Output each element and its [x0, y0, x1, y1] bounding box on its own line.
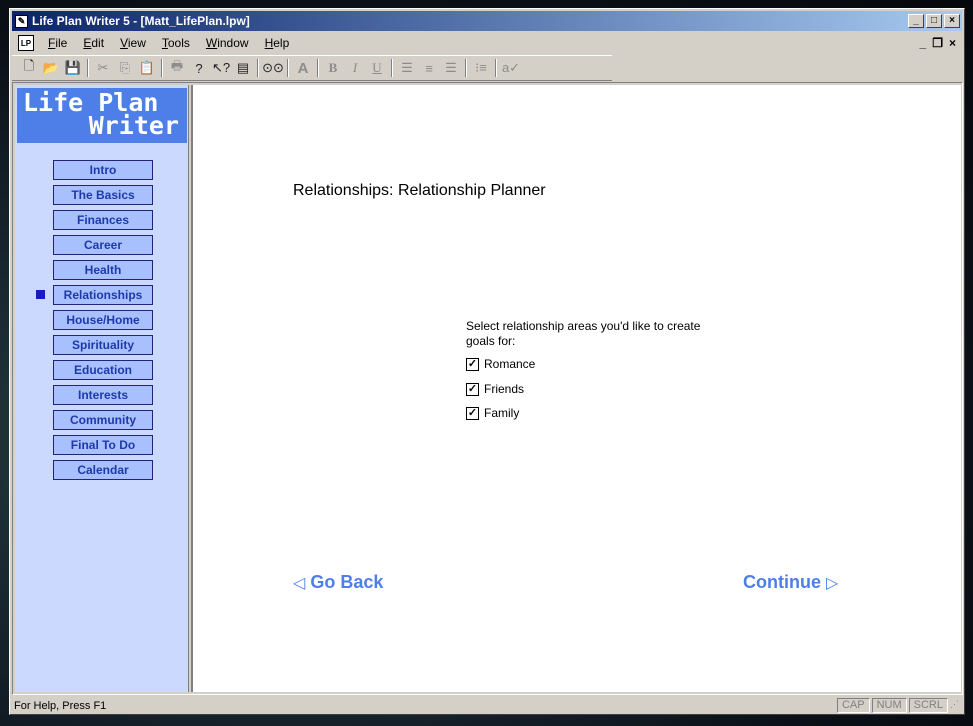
nav-career[interactable]: Career — [53, 235, 153, 255]
context-help-icon[interactable]: ↖? — [210, 57, 232, 79]
go-back-label: Go Back — [310, 572, 384, 592]
family-checkbox[interactable]: ✓ — [466, 406, 479, 420]
app-icon[interactable]: ✎ — [15, 14, 28, 28]
maximize-button[interactable]: □ — [926, 14, 942, 28]
logo-line-2: Writer — [88, 111, 179, 140]
toolbar-separator — [391, 59, 393, 77]
toolbar-separator — [287, 59, 289, 77]
align-right-icon[interactable]: ☰ — [440, 57, 462, 79]
menu-bar: LP File Edit View Tools Window Help _ ❐ … — [12, 33, 962, 53]
doc-close-button[interactable]: × — [949, 36, 956, 50]
nav-house-home[interactable]: House/Home — [53, 310, 153, 330]
menu-view[interactable]: View — [112, 36, 154, 50]
num-indicator: NUM — [871, 698, 907, 713]
go-back-button[interactable]: ◁ Go Back — [293, 572, 383, 593]
doc-restore-button[interactable]: ❐ — [932, 36, 943, 50]
open-icon[interactable]: 📂 — [40, 57, 62, 79]
status-bar: For Help, Press F1 CAP NUM SCRL ⋰ — [12, 697, 962, 714]
close-button[interactable]: × — [944, 14, 960, 28]
nav-community[interactable]: Community — [53, 410, 153, 430]
menu-help[interactable]: Help — [257, 36, 298, 50]
menu-file[interactable]: File — [40, 36, 75, 50]
save-icon[interactable]: 💾 — [62, 57, 84, 79]
minimize-button[interactable]: _ — [908, 14, 924, 28]
friends-checkbox[interactable]: ✓ — [466, 382, 479, 396]
option-label: Family — [484, 406, 520, 420]
help-icon[interactable]: ? — [188, 57, 210, 79]
cut-icon[interactable]: ✂ — [92, 57, 114, 79]
forward-arrow-icon: ▷ — [826, 575, 839, 592]
toolbar-separator — [161, 59, 163, 77]
nav-relationships[interactable]: Relationships — [53, 285, 153, 305]
menu-edit[interactable]: Edit — [75, 36, 112, 50]
selection-prompt: Select relationship areas you'd like to … — [466, 319, 701, 348]
cap-indicator: CAP — [836, 698, 870, 713]
nav-intro[interactable]: Intro — [53, 160, 153, 180]
nav-spirituality[interactable]: Spirituality — [53, 335, 153, 355]
notes-icon[interactable]: ▤ — [232, 57, 254, 79]
content-pane: Relationships: Relationship Planner Sele… — [191, 85, 961, 692]
bold-icon[interactable]: B — [322, 57, 344, 79]
paste-icon[interactable]: 📋 — [136, 57, 158, 79]
align-center-icon[interactable]: ≡ — [418, 57, 440, 79]
romance-checkbox[interactable]: ✓ — [466, 357, 479, 371]
new-icon[interactable]: 🗋 — [18, 57, 40, 79]
option-family[interactable]: ✓ Family — [466, 406, 519, 420]
back-arrow-icon: ◁ — [293, 575, 306, 592]
nav-the-basics[interactable]: The Basics — [53, 185, 153, 205]
toolbar-separator — [257, 59, 259, 77]
page-title: Relationships: Relationship Planner — [293, 182, 546, 199]
sidebar: Life Plan Writer Intro The Basics Financ… — [15, 85, 189, 692]
align-left-icon[interactable]: ☰ — [396, 57, 418, 79]
scrl-indicator: SCRL — [908, 698, 948, 713]
copy-icon[interactable]: ⎘ — [114, 57, 136, 79]
option-romance[interactable]: ✓ Romance — [466, 357, 535, 371]
status-text: For Help, Press F1 — [14, 699, 107, 712]
continue-button[interactable]: Continue ▷ — [743, 572, 838, 593]
active-section-marker — [36, 290, 45, 299]
toolbar-separator — [465, 59, 467, 77]
bullets-icon[interactable]: ⁝≡ — [470, 57, 492, 79]
toolbar-separator — [87, 59, 89, 77]
toolbar: 🗋 📂 💾 ✂ ⎘ 📋 🖶 ? ↖? ▤ ⊙⊙ A B I U ☰ ≡ ☰ ⁝≡… — [12, 55, 612, 81]
menu-tools[interactable]: Tools — [154, 36, 198, 50]
option-friends[interactable]: ✓ Friends — [466, 382, 524, 396]
spellcheck-icon[interactable]: a✓ — [500, 57, 522, 79]
doc-minimize-button[interactable]: _ — [920, 36, 927, 50]
toolbar-separator — [317, 59, 319, 77]
continue-label: Continue — [743, 572, 821, 592]
nav-calendar[interactable]: Calendar — [53, 460, 153, 480]
nav-finances[interactable]: Finances — [53, 210, 153, 230]
print-icon[interactable]: 🖶 — [166, 57, 188, 79]
nav-final-to-do[interactable]: Final To Do — [53, 435, 153, 455]
option-label: Romance — [484, 357, 536, 371]
resize-grip-icon[interactable]: ⋰ — [950, 699, 962, 713]
font-icon[interactable]: A — [292, 57, 314, 79]
find-icon[interactable]: ⊙⊙ — [262, 57, 284, 79]
toolbar-separator — [495, 59, 497, 77]
document-icon[interactable]: LP — [18, 35, 34, 51]
underline-icon[interactable]: U — [366, 57, 388, 79]
app-logo: Life Plan Writer — [17, 88, 187, 143]
nav-interests[interactable]: Interests — [53, 385, 153, 405]
client-area: Life Plan Writer Intro The Basics Financ… — [12, 82, 963, 695]
menu-window[interactable]: Window — [198, 36, 257, 50]
italic-icon[interactable]: I — [344, 57, 366, 79]
window-title: Life Plan Writer 5 - [Matt_LifePlan.lpw] — [32, 14, 250, 28]
nav-education[interactable]: Education — [53, 360, 153, 380]
nav-health[interactable]: Health — [53, 260, 153, 280]
app-window: ✎ Life Plan Writer 5 - [Matt_LifePlan.lp… — [9, 8, 965, 715]
title-bar[interactable]: ✎ Life Plan Writer 5 - [Matt_LifePlan.lp… — [12, 11, 962, 31]
option-label: Friends — [484, 382, 525, 396]
